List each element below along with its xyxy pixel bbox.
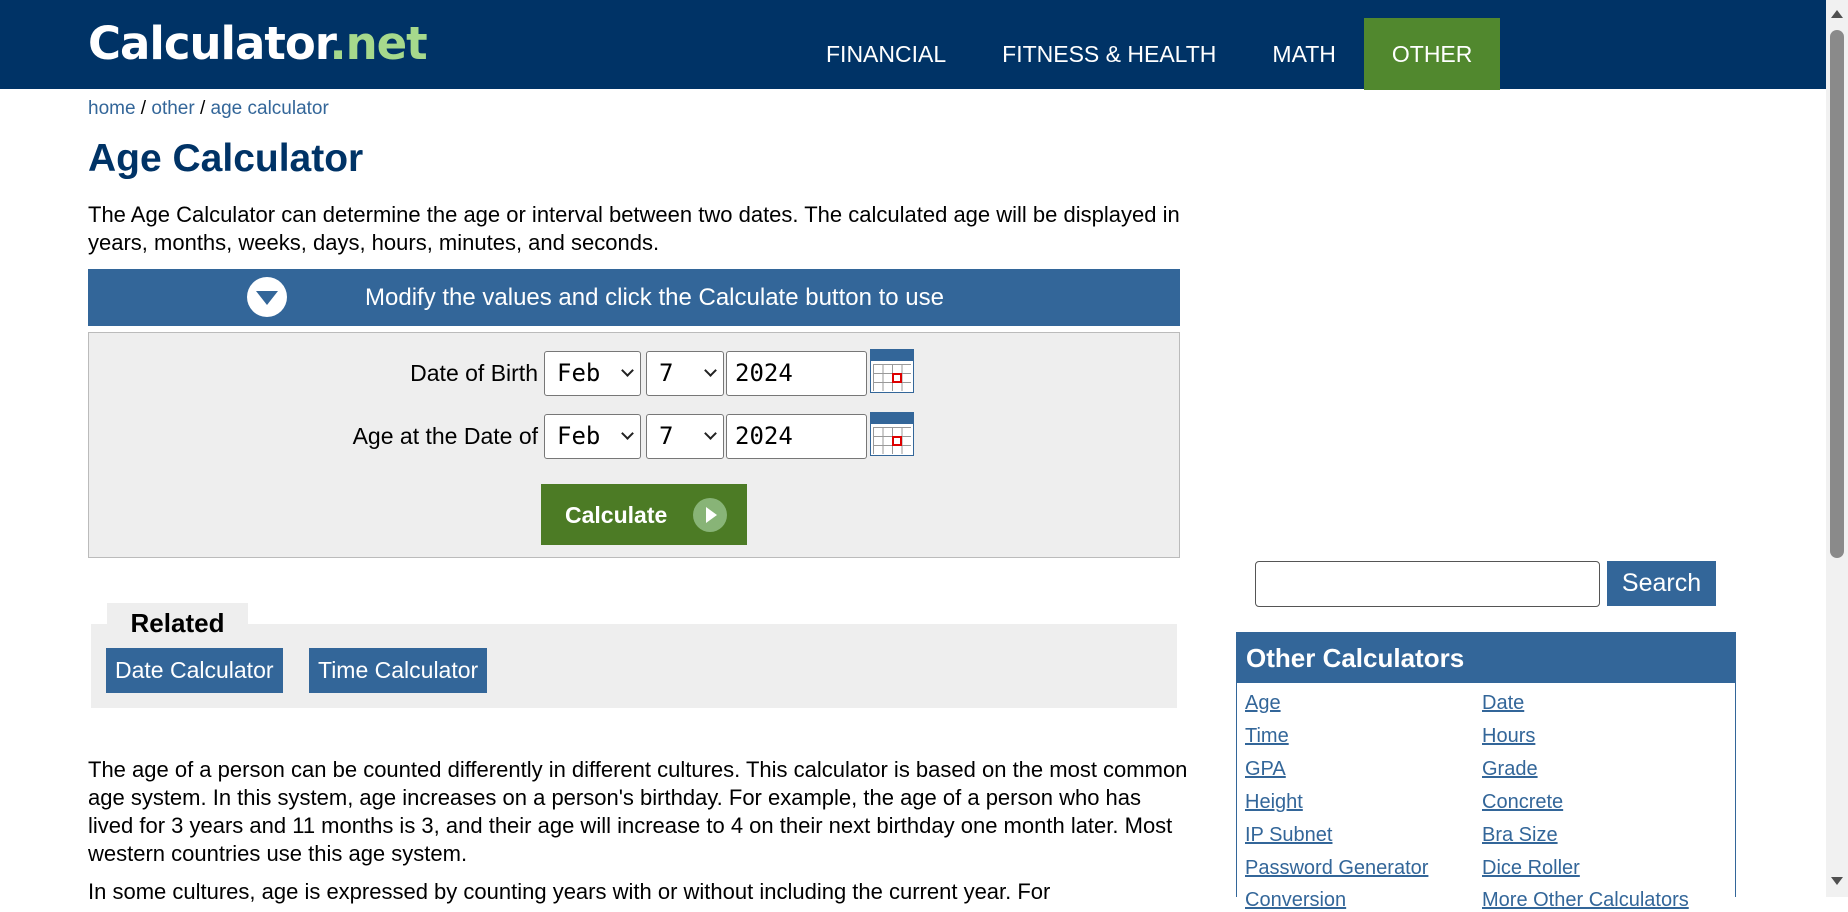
- breadcrumb-other[interactable]: other: [151, 98, 194, 119]
- other-link-age[interactable]: Age: [1245, 692, 1281, 715]
- at-year-input[interactable]: 2024: [726, 414, 867, 459]
- other-link-gpa[interactable]: GPA: [1245, 758, 1286, 781]
- chevron-down-icon: [621, 427, 634, 440]
- other-link-password-generator[interactable]: Password Generator: [1245, 857, 1428, 880]
- play-arrow-icon: [693, 498, 727, 532]
- calendar-header: [871, 413, 913, 424]
- calendar-selected-day: [892, 373, 902, 383]
- collapse-arrow-icon[interactable]: [247, 277, 287, 317]
- calculate-button-label: Calculate: [565, 502, 668, 528]
- other-link-ip-subnet[interactable]: IP Subnet: [1245, 824, 1332, 847]
- scroll-thumb[interactable]: [1830, 30, 1844, 558]
- chevron-down-icon: [621, 364, 634, 377]
- main-nav: FINANCIAL FITNESS & HEALTH MATH OTHER: [798, 18, 1501, 90]
- intro-text: The Age Calculator can determine the age…: [88, 202, 1180, 255]
- at-day-value: 7: [659, 422, 674, 450]
- other-link-height[interactable]: Height: [1245, 791, 1303, 814]
- top-header: Calculator.net FINANCIAL FITNESS & HEALT…: [0, 0, 1826, 90]
- search-button[interactable]: Search: [1607, 561, 1716, 606]
- dob-month-value: Feb: [557, 359, 601, 387]
- breadcrumb-current[interactable]: age calculator: [211, 98, 329, 119]
- other-calculators-title: Other Calculators: [1237, 633, 1735, 683]
- logo-main[interactable]: Calculator: [88, 17, 331, 70]
- logo-suffix[interactable]: .net: [330, 17, 428, 70]
- dob-label: Date of Birth: [410, 360, 538, 386]
- body-paragraph: The age of a person can be counted diffe…: [88, 757, 1188, 866]
- other-link-date[interactable]: Date: [1482, 692, 1524, 715]
- at-calendar-icon[interactable]: [870, 412, 914, 456]
- breadcrumb-separator: /: [194, 98, 211, 119]
- other-link-concrete[interactable]: Concrete: [1482, 791, 1563, 814]
- form-banner[interactable]: Modify the values and click the Calculat…: [88, 269, 1180, 326]
- dob-calendar-icon[interactable]: [870, 349, 914, 393]
- other-link-conversion[interactable]: Conversion: [1245, 889, 1346, 912]
- at-day-select[interactable]: 7: [646, 414, 724, 459]
- other-link-hours[interactable]: Hours: [1482, 725, 1535, 748]
- scroll-up-arrow-icon[interactable]: [1831, 10, 1843, 18]
- dob-year-input[interactable]: 2024: [726, 351, 867, 396]
- nav-math[interactable]: MATH: [1244, 18, 1363, 90]
- dob-day-select[interactable]: 7: [646, 351, 724, 396]
- other-link-grade[interactable]: Grade: [1482, 758, 1538, 781]
- dob-day-value: 7: [659, 359, 674, 387]
- breadcrumb-home[interactable]: home: [88, 98, 136, 119]
- other-link-more[interactable]: More Other Calculators: [1482, 889, 1689, 912]
- other-link-dice-roller[interactable]: Dice Roller: [1482, 857, 1580, 880]
- chevron-down-icon: [704, 364, 717, 377]
- at-month-select[interactable]: Feb: [544, 414, 641, 459]
- chevron-down-icon: [704, 427, 717, 440]
- nav-fitness-health[interactable]: FITNESS & HEALTH: [974, 18, 1244, 90]
- search-input[interactable]: [1255, 561, 1600, 607]
- nav-other[interactable]: OTHER: [1363, 18, 1501, 90]
- other-link-bra-size[interactable]: Bra Size: [1482, 824, 1558, 847]
- breadcrumb-separator: /: [135, 98, 152, 119]
- site-logo[interactable]: Calculator.net: [88, 17, 428, 70]
- calculate-button[interactable]: Calculate: [541, 484, 747, 545]
- calendar-header: [871, 350, 913, 361]
- calendar-selected-day: [892, 436, 902, 446]
- calculator-form: Date of Birth Feb 7 2024 Age at the Date…: [88, 332, 1180, 558]
- at-month-value: Feb: [557, 422, 601, 450]
- breadcrumb: home / other / age calculator: [88, 98, 329, 120]
- related-time-calculator[interactable]: Time Calculator: [309, 648, 488, 693]
- scroll-down-arrow-icon[interactable]: [1831, 877, 1843, 885]
- related-date-calculator[interactable]: Date Calculator: [106, 648, 283, 693]
- page-scrollbar[interactable]: [1826, 0, 1848, 897]
- dob-month-select[interactable]: Feb: [544, 351, 641, 396]
- age-at-date-label: Age at the Date of: [352, 423, 538, 449]
- other-link-time[interactable]: Time: [1245, 725, 1289, 748]
- page-title: Age Calculator: [88, 137, 364, 180]
- nav-financial[interactable]: FINANCIAL: [798, 18, 974, 90]
- related-heading: Related: [107, 603, 248, 638]
- form-banner-text: Modify the values and click the Calculat…: [365, 284, 944, 311]
- body-paragraph: In some cultures, age is expressed by co…: [88, 879, 1051, 904]
